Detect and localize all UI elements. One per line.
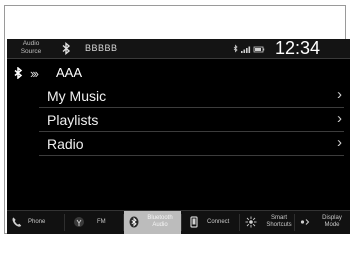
now-playing-source: ››› AAA — [7, 63, 350, 83]
tab-label: Connect — [207, 219, 230, 225]
bottom-nav-bar: Phone FM Bluetooth Audio Connect Smart S… — [7, 210, 350, 234]
antenna-icon — [74, 217, 84, 227]
now-playing-device: AAA — [56, 65, 83, 80]
bluetooth-icon — [129, 216, 139, 228]
menu-item-my-music[interactable]: My Music › — [7, 84, 350, 108]
tab-connect[interactable]: Connect — [182, 211, 239, 234]
status-bar: Audio Source BBBBB 12:34 — [7, 39, 350, 59]
infotainment-screen: Audio Source BBBBB 12:34 ››› AAA My Musi… — [7, 39, 350, 234]
chevron-right-icon: › — [337, 134, 342, 151]
audio-source-line1: Audio — [22, 40, 40, 47]
connected-device-name: BBBBB — [85, 43, 118, 53]
menu-item-playlists[interactable]: Playlists › — [7, 108, 350, 132]
chevron-right-icon: › — [337, 110, 342, 127]
menu-list: My Music › Playlists › Radio › — [7, 84, 350, 156]
tab-label-line1: Display — [322, 215, 342, 221]
tab-display-mode[interactable]: Display Mode — [295, 211, 350, 234]
tab-label-line2: Audio — [152, 222, 168, 228]
tab-smart-shortcuts[interactable]: Smart Shortcuts — [240, 211, 294, 234]
tab-label-line1: Smart — [270, 215, 287, 221]
divider — [39, 155, 344, 156]
tab-phone[interactable]: Phone — [7, 211, 64, 234]
tab-label-line2: Shortcuts — [266, 222, 292, 228]
sun-icon — [245, 216, 257, 228]
menu-item-radio[interactable]: Radio › — [7, 132, 350, 156]
tab-label-bluetooth-audio: Bluetooth Audio — [142, 215, 178, 229]
battery-icon — [253, 46, 265, 53]
clock: 12:34 — [275, 39, 321, 58]
usb-icon — [190, 216, 198, 228]
audio-source-button[interactable]: Audio Source — [14, 40, 48, 57]
tab-label-line1: Bluetooth — [147, 215, 173, 221]
chevron-right-icon: › — [337, 86, 342, 103]
tab-fm[interactable]: FM — [65, 211, 123, 234]
menu-item-label: My Music — [47, 88, 107, 104]
tab-label-smart-shortcuts: Smart Shortcuts — [264, 215, 294, 229]
tab-label-line2: Mode — [324, 222, 340, 228]
streaming-chevrons-icon: ››› — [30, 66, 39, 81]
menu-item-label: Radio — [47, 136, 84, 152]
tab-label-display-mode: Display Mode — [317, 215, 347, 229]
bluetooth-icon — [14, 67, 23, 79]
signal-icon — [241, 46, 251, 53]
audio-source-line2: Source — [20, 47, 42, 55]
tab-label: FM — [97, 219, 106, 225]
bluetooth-icon — [62, 42, 71, 55]
display-mode-icon — [300, 219, 310, 225]
bluetooth-small-icon — [233, 44, 238, 53]
tab-label: Phone — [28, 219, 46, 225]
menu-item-label: Playlists — [47, 112, 99, 128]
status-icons — [233, 44, 265, 53]
phone-icon — [12, 217, 22, 227]
tab-bluetooth-audio[interactable]: Bluetooth Audio — [124, 211, 181, 234]
